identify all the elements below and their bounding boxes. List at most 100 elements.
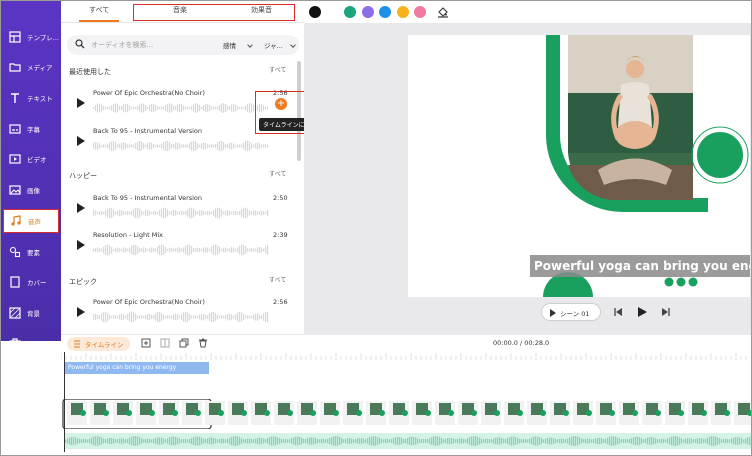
sidebar-item-label: メディア — [27, 64, 53, 72]
sidebar-item-label: テキスト — [27, 95, 53, 103]
see-all-link[interactable]: すべて — [269, 275, 286, 284]
folder-icon — [7, 59, 23, 75]
track-name: Resolution - Light Mix — [93, 231, 163, 239]
sidebar-item-background[interactable]: 背景 — [3, 301, 59, 325]
instagram-icon — [688, 277, 698, 287]
add-to-timeline-button[interactable]: + — [275, 98, 287, 110]
sidebar-item-audio[interactable]: 音声 — [3, 209, 59, 233]
play-icon[interactable] — [77, 240, 85, 250]
app-window: テンプレ... メディア テキスト 字幕 ビデオ 画像 音声 要素 カバー 背景… — [0, 0, 752, 456]
chevron-down-icon — [290, 42, 296, 48]
video-icon — [7, 151, 23, 167]
canvas-caption[interactable]: Powerful yoga can bring you energy — [534, 259, 750, 273]
sidebar-item-video[interactable]: ビデオ — [3, 147, 59, 171]
twitter-icon — [676, 277, 686, 287]
color-swatch[interactable] — [397, 6, 409, 18]
sidebar-item-tools[interactable]: ツール — [3, 331, 59, 355]
sidebar-item-label: 要素 — [27, 249, 40, 257]
cover-icon — [7, 274, 23, 290]
tools-icon — [7, 335, 23, 351]
color-swatch[interactable] — [309, 6, 321, 18]
fill-bucket-icon[interactable] — [437, 6, 449, 18]
list-item[interactable]: Back To 95 - Instrumental Version 2:50 — [67, 190, 293, 228]
facebook-icon — [664, 277, 674, 287]
chevron-down-icon — [247, 42, 253, 48]
waveform — [93, 311, 269, 323]
color-swatch[interactable] — [362, 6, 374, 18]
play-icon[interactable] — [77, 203, 85, 213]
canvas-scene — [530, 35, 750, 297]
text-icon — [7, 90, 23, 106]
video-thumbnails — [62, 398, 751, 430]
sidebar-item-template[interactable]: テンプレ... — [3, 25, 59, 49]
image-icon — [7, 182, 23, 198]
sidebar-item-subtitle[interactable]: 字幕 — [3, 117, 59, 141]
color-swatch[interactable] — [414, 6, 426, 18]
track-name: Power Of Epic Orchestra(No Choir) — [93, 89, 205, 97]
see-all-link[interactable]: すべて — [269, 65, 286, 74]
active-tab-underline — [79, 20, 119, 22]
mood-filter[interactable]: 感情 — [223, 40, 236, 50]
delete-icon[interactable] — [198, 338, 208, 348]
split-icon[interactable] — [160, 338, 170, 348]
sidebar: テンプレ... メディア テキスト 字幕 ビデオ 画像 音声 要素 カバー 背景… — [1, 1, 61, 349]
track-duration: 2:39 — [273, 231, 288, 239]
sidebar-item-cover[interactable]: カバー — [3, 270, 59, 294]
search-input[interactable]: オーディオを検索... — [91, 40, 153, 50]
sidebar-item-image[interactable]: 画像 — [3, 178, 59, 202]
track-name: Power Of Epic Orchestra(No Choir) — [93, 298, 205, 306]
sidebar-item-media[interactable]: メディア — [3, 55, 59, 79]
background-icon — [7, 305, 23, 321]
elements-icon — [7, 244, 23, 260]
add-track-icon[interactable] — [141, 338, 151, 348]
skip-back-icon[interactable] — [613, 307, 623, 317]
color-swatch[interactable] — [379, 6, 391, 18]
list-item[interactable]: Resolution - Light Mix 2:39 — [67, 227, 293, 265]
sidebar-item-label: 背景 — [27, 310, 40, 318]
sidebar-item-label: カバー — [27, 279, 47, 287]
track-name: Back To 95 - Instrumental Version — [93, 194, 203, 202]
play-icon[interactable] — [77, 136, 85, 146]
timeline-button[interactable]: タイムライン — [67, 337, 130, 351]
scene-play-button[interactable]: シーン 01 — [541, 303, 601, 321]
skip-forward-icon[interactable] — [661, 307, 671, 317]
tab-all[interactable]: すべて — [89, 5, 109, 15]
music-note-icon — [8, 213, 24, 229]
list-item[interactable]: Power Of Epic Orchestra(No Choir) 2:56 — [67, 294, 293, 332]
tab-music[interactable]: 音楽 — [173, 5, 187, 15]
video-canvas[interactable]: Powerful yoga can bring you energy — [408, 35, 750, 297]
audio-track[interactable] — [65, 433, 751, 449]
subtitle-icon — [7, 121, 23, 137]
track-name: Back To 95 - Instrumental Version — [93, 127, 203, 135]
section-title: 最近使用した — [69, 68, 111, 76]
play-icon[interactable] — [636, 306, 648, 318]
audio-tabs: すべて 音楽 効果音 — [61, 1, 304, 23]
text-clip[interactable]: Powerful yoga can bring you energy — [65, 362, 209, 374]
duplicate-icon[interactable] — [179, 338, 189, 348]
genre-filter[interactable]: ジャ... — [264, 40, 283, 50]
preview-controls: シーン 01 — [541, 303, 670, 321]
sidebar-item-label: 画像 — [27, 187, 40, 195]
sidebar-item-text[interactable]: テキスト — [3, 86, 59, 110]
add-to-timeline-tooltip: タイムラインに — [259, 118, 309, 131]
video-track[interactable] — [61, 398, 751, 431]
see-all-link[interactable]: すべて — [269, 169, 286, 178]
scene-label: シーン 01 — [560, 310, 590, 318]
waveform — [93, 103, 269, 113]
section-title: ハッピー — [69, 172, 97, 180]
sidebar-item-label: ビデオ — [27, 156, 47, 164]
timeline-ruler — [61, 353, 747, 360]
color-swatch[interactable] — [344, 6, 356, 18]
tab-sound-effects[interactable]: 効果音 — [251, 5, 272, 15]
audio-waveform — [65, 436, 751, 446]
search-icon — [75, 39, 85, 49]
play-icon[interactable] — [77, 98, 85, 108]
timeline-toolbar: タイムライン 00:00.0 / 00:28.0 — [61, 334, 751, 352]
sidebar-item-label: ツール — [27, 340, 47, 348]
timeline-button-label: タイムライン — [85, 341, 124, 349]
timeline-time: 00:00.0 / 00:28.0 — [493, 339, 550, 347]
play-icon[interactable] — [77, 307, 85, 317]
track-duration: 2:56 — [273, 298, 288, 306]
green-circle-shape — [695, 130, 745, 180]
sidebar-item-elements[interactable]: 要素 — [3, 240, 59, 264]
